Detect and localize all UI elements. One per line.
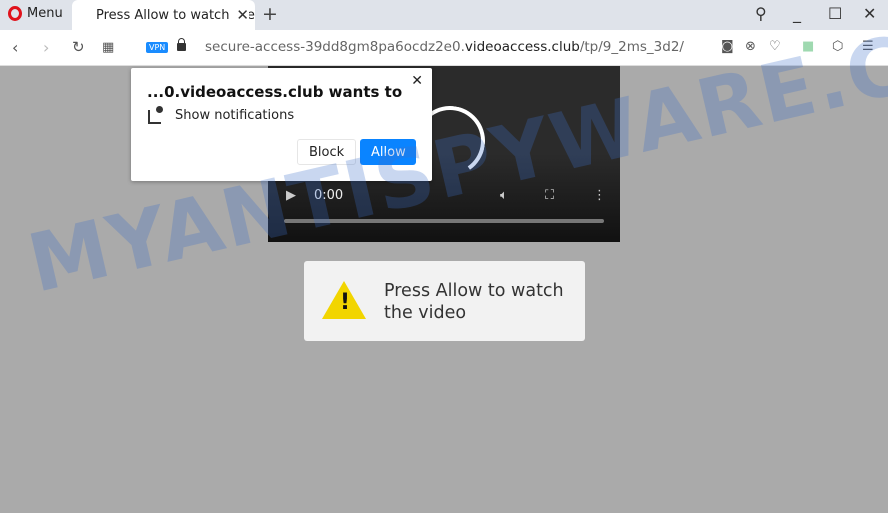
minimize-button[interactable]: _ <box>793 4 801 23</box>
time-display: 0:00 <box>314 188 344 203</box>
search-icon[interactable]: ⚲ <box>755 4 767 23</box>
adblock-icon[interactable]: ⊗ <box>745 39 756 54</box>
forward-button[interactable]: › <box>43 38 49 57</box>
tab-title: Press Allow to watch the video <box>96 8 255 23</box>
box-icon[interactable]: ⬡ <box>832 39 843 54</box>
close-tab-icon[interactable]: ✕ <box>233 6 249 24</box>
more-options-icon[interactable]: ⋮ <box>593 188 606 203</box>
url-prefix: secure-access-39dd8gm8pa6ocdz2e0. <box>205 39 465 55</box>
notification-permission-popup: ...0.videoaccess.club wants to ✕ Show no… <box>131 68 432 181</box>
message-text: Press Allow to watch the video <box>384 281 564 323</box>
url-field[interactable]: secure-access-39dd8gm8pa6ocdz2e0.videoac… <box>205 39 684 55</box>
progress-bar[interactable] <box>284 219 604 223</box>
url-domain: videoaccess.club <box>464 39 580 55</box>
new-tab-button[interactable]: + <box>262 3 278 25</box>
lock-icon[interactable] <box>177 38 186 51</box>
tab-active[interactable]: Press Allow to watch the video✕ <box>72 0 255 30</box>
menu-label: Menu <box>27 6 63 21</box>
warning-icon: ! <box>322 281 366 319</box>
back-button[interactable]: ‹ <box>12 38 18 57</box>
opera-menu-button[interactable]: Menu <box>8 6 63 21</box>
tab-bar: Menu Press Allow to watch the video✕ + ⚲… <box>0 0 888 30</box>
play-button[interactable]: ▶ <box>286 188 296 203</box>
reload-button[interactable]: ↻ <box>72 38 85 56</box>
fullscreen-icon[interactable]: ⛶ <box>545 188 554 203</box>
popup-title: ...0.videoaccess.club wants to <box>147 83 403 101</box>
vpn-badge[interactable]: VPN <box>146 42 169 53</box>
maximize-button[interactable]: ☐ <box>828 4 842 23</box>
settings-sliders-icon[interactable]: ☰ <box>862 39 874 54</box>
url-path: /tp/9_2ms_3d2/ <box>579 39 684 55</box>
volume-icon[interactable]: 🔈︎ <box>500 188 508 203</box>
notification-icon <box>148 106 163 124</box>
message-box: ! Press Allow to watch the video <box>304 261 585 341</box>
block-button[interactable]: Block <box>297 139 357 165</box>
allow-button[interactable]: Allow <box>360 139 416 165</box>
heart-icon[interactable]: ♡ <box>769 39 781 54</box>
extension-cube-icon[interactable]: ■ <box>802 39 814 54</box>
tabs-grid-icon[interactable]: ▦ <box>102 40 114 55</box>
camera-icon[interactable]: ◙ <box>721 39 734 54</box>
close-window-button[interactable]: ✕ <box>863 4 876 23</box>
permission-text: Show notifications <box>175 108 295 123</box>
opera-logo-icon <box>8 6 22 21</box>
popup-close-icon[interactable]: ✕ <box>411 73 423 89</box>
address-bar: ‹ › ↻ ▦ VPN secure-access-39dd8gm8pa6ocd… <box>0 30 888 66</box>
